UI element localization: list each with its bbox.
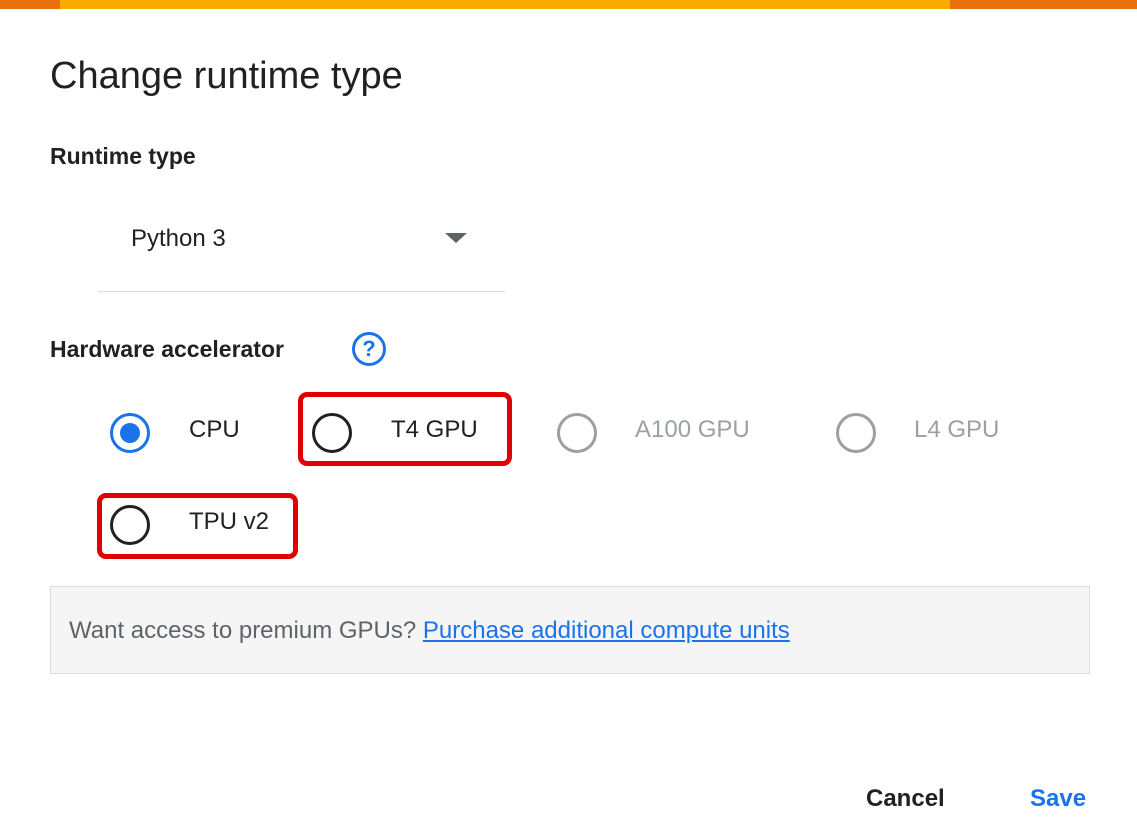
runtime-type-label: Runtime type [50, 143, 196, 169]
cancel-button[interactable]: Cancel [866, 785, 945, 813]
radio-label-l4-gpu: L4 GPU [914, 416, 1000, 443]
radio-button-disabled-icon [836, 413, 876, 453]
radio-label-cpu: CPU [189, 416, 240, 443]
radio-label-t4-gpu: T4 GPU [391, 416, 478, 443]
save-button[interactable]: Save [1030, 785, 1086, 813]
radio-label-a100-gpu: A100 GPU [635, 416, 750, 443]
dialog-title: Change runtime type [50, 55, 403, 97]
premium-gpu-question: Want access to premium GPUs? [69, 617, 417, 644]
premium-gpu-info-box: Want access to premium GPUs? Purchase ad… [50, 586, 1090, 674]
change-runtime-dialog: Change runtime type Runtime type Python … [0, 0, 1137, 840]
dropdown-arrow-icon [445, 233, 467, 243]
runtime-type-selected-value: Python 3 [131, 225, 226, 252]
purchase-compute-units-link[interactable]: Purchase additional compute units [423, 617, 790, 644]
runtime-type-select[interactable]: Python 3 [98, 200, 505, 292]
radio-button-disabled-icon [557, 413, 597, 453]
radio-label-tpu-v2: TPU v2 [189, 508, 270, 535]
radio-button-unchecked-icon[interactable] [312, 413, 352, 453]
hardware-accelerator-label: Hardware accelerator [50, 336, 284, 362]
progress-top-bar [0, 0, 1137, 9]
radio-button-checked-icon[interactable] [110, 413, 150, 453]
help-circle-icon[interactable]: ? [352, 332, 386, 366]
premium-gpu-info-text: Want access to premium GPUs? Purchase ad… [69, 617, 790, 645]
radio-button-unchecked-icon[interactable] [110, 505, 150, 545]
